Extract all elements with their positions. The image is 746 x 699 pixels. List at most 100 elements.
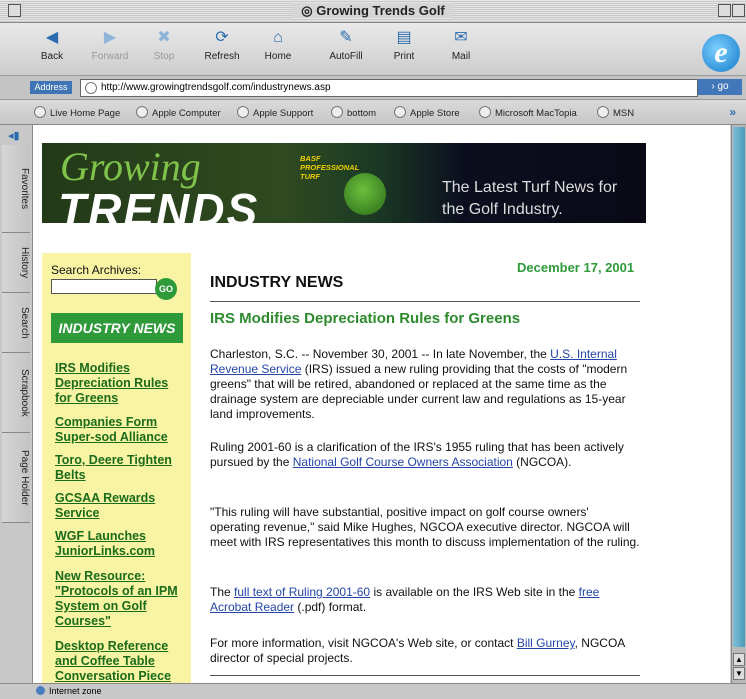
nav-link-desktop-reference[interactable]: Desktop Reference and Coffee Table Conve… — [55, 639, 185, 683]
page-icon: ◎ — [301, 3, 317, 18]
nav-link-wgf[interactable]: WGF Launches JuniorLinks.com — [55, 529, 185, 559]
link-live-home-page[interactable]: Live Home Page — [34, 106, 120, 119]
tab-page-holder[interactable]: Page Holder — [2, 433, 30, 523]
go-label: go — [717, 81, 729, 92]
link-bill-gurney[interactable]: Bill Gurney — [517, 636, 575, 650]
search-go-button[interactable]: GO — [155, 278, 177, 300]
collapse-box[interactable] — [732, 4, 745, 17]
divider — [210, 301, 640, 302]
forward-button[interactable]: ▶ Forward — [82, 29, 138, 62]
text: (.pdf) format. — [294, 600, 367, 614]
industry-news-badge[interactable]: INDUSTRY NEWS — [51, 313, 183, 343]
link-label: bottom — [347, 108, 377, 119]
link-msn[interactable]: MSN — [597, 106, 634, 119]
tab-search[interactable]: Search — [2, 293, 30, 353]
nav-link-irs[interactable]: IRS Modifies Depreciation Rules for Gree… — [55, 361, 185, 406]
links-bar: Live Home Page Apple Computer Apple Supp… — [0, 100, 746, 125]
nav-link-ipm-protocols[interactable]: New Resource: "Protocols of an IPM Syste… — [55, 569, 185, 629]
zoom-box[interactable] — [718, 4, 731, 17]
section-title: INDUSTRY NEWS — [210, 274, 344, 291]
vertical-scrollbar[interactable]: ▲ ▼ — [731, 125, 746, 683]
globe-icon — [36, 686, 45, 695]
zone-label: Internet zone — [49, 686, 102, 696]
article-paragraph-2: Ruling 2001-60 is a clarification of the… — [210, 440, 640, 470]
scroll-up-arrow-icon[interactable]: ▲ — [733, 653, 745, 666]
sponsor-globe-icon — [344, 173, 386, 215]
link-label: MSN — [613, 108, 635, 119]
article-headline: IRS Modifies Depreciation Rules for Gree… — [210, 310, 521, 327]
home-icon: ⌂ — [273, 29, 283, 46]
forward-label: Forward — [91, 51, 129, 62]
back-label: Back — [40, 51, 64, 62]
scroll-thumb[interactable] — [733, 127, 745, 647]
print-label: Print — [393, 51, 415, 62]
article-paragraph-1: Charleston, S.C. -- November 30, 2001 --… — [210, 347, 640, 422]
nav-link-toro-deere[interactable]: Toro, Deere Tighten Belts — [55, 453, 185, 483]
text: Charleston, S.C. -- November 30, 2001 --… — [210, 347, 551, 361]
go-button[interactable]: › go — [698, 79, 742, 95]
nav-link-gcsaa[interactable]: GCSAA Rewards Service — [55, 491, 185, 521]
explorer-toggle-icon[interactable]: ◂▮ — [8, 129, 20, 142]
article-paragraph-5: For more information, visit NGCOA's Web … — [210, 636, 640, 666]
banner-tagline: The Latest Turf News for the Golf Indust… — [442, 179, 618, 218]
print-button[interactable]: ▤ Print — [376, 29, 432, 62]
link-ruling-full-text[interactable]: full text of Ruling 2001-60 — [234, 585, 370, 599]
article-paragraph-3: "This ruling will have substantial, posi… — [210, 505, 640, 549]
autofill-button[interactable]: ✎ AutoFill — [318, 29, 374, 62]
search-archives-input[interactable] — [51, 279, 157, 294]
refresh-button[interactable]: ⟳ Refresh — [194, 29, 250, 62]
mail-button[interactable]: ✉ Mail — [433, 29, 489, 62]
link-ngcoa[interactable]: National Golf Course Owners Association — [293, 455, 513, 469]
explorer-bar-tabs: ◂▮ Favorites History Search Scrapbook Pa… — [0, 125, 33, 683]
home-label: Home — [264, 51, 292, 62]
nav-link-super-sod[interactable]: Companies Form Super-sod Alliance — [55, 415, 185, 445]
favorite-icon — [237, 106, 249, 118]
stop-label: Stop — [153, 51, 175, 62]
mail-icon: ✉ — [454, 29, 468, 46]
article-paragraph-4: The full text of Ruling 2001-60 is avail… — [210, 585, 640, 615]
link-apple-store[interactable]: Apple Store — [394, 106, 460, 119]
tab-history[interactable]: History — [2, 233, 30, 293]
favorite-icon — [479, 106, 491, 118]
stop-button[interactable]: ✖ Stop — [136, 29, 192, 62]
site-banner[interactable]: Growing TRENDS BASF PROFESSIONAL TURF Th… — [42, 143, 646, 223]
favorite-icon — [136, 106, 148, 118]
address-url: http://www.growingtrendsgolf.com/industr… — [101, 82, 331, 93]
link-apple-support[interactable]: Apple Support — [237, 106, 313, 119]
favorite-icon — [394, 106, 406, 118]
printer-icon: ▤ — [396, 29, 412, 46]
refresh-label: Refresh — [204, 51, 240, 62]
links-more-chevron-icon[interactable]: » — [729, 105, 736, 119]
toolbar: ◀ Back ▶ Forward ✖ Stop ⟳ Refresh ⌂ Home ✎ Aut… — [0, 23, 746, 76]
logo-trends: TRENDS — [58, 184, 260, 223]
page-icon — [85, 82, 97, 94]
forward-arrow-icon: ▶ — [103, 29, 117, 46]
back-button[interactable]: ◀ Back — [24, 29, 80, 62]
address-bar: Address http://www.growingtrendsgolf.com… — [0, 76, 746, 100]
address-label: Address — [30, 81, 72, 94]
link-label: Apple Support — [253, 108, 314, 119]
window-title: ◎ Growing Trends Golf — [0, 3, 746, 19]
tab-favorites[interactable]: Favorites — [2, 145, 30, 233]
stop-x-icon: ✖ — [157, 29, 171, 46]
favorite-icon — [34, 106, 46, 118]
title-bar: ◎ Growing Trends Golf — [0, 0, 746, 23]
left-navigation: Search Archives: GO INDUSTRY NEWS IRS Mo… — [42, 253, 191, 683]
ie-logo-icon[interactable]: e — [702, 34, 740, 72]
address-field[interactable]: http://www.growingtrendsgolf.com/industr… — [80, 79, 698, 97]
back-arrow-icon: ◀ — [45, 29, 59, 46]
link-microsoft-mactopia[interactable]: Microsoft MacTopia — [479, 106, 577, 119]
window-title-text: Growing Trends Golf — [316, 3, 445, 18]
favorite-icon — [331, 106, 343, 118]
link-label: Live Home Page — [50, 108, 121, 119]
autofill-icon: ✎ — [339, 29, 353, 46]
home-button[interactable]: ⌂ Home — [250, 29, 306, 62]
text: (NGCOA). — [512, 455, 572, 469]
link-label: Apple Store — [410, 108, 460, 119]
link-bottom[interactable]: bottom — [331, 106, 376, 119]
refresh-icon: ⟳ — [215, 29, 229, 46]
link-label: Apple Computer — [152, 108, 221, 119]
tab-scrapbook[interactable]: Scrapbook — [2, 353, 30, 433]
link-apple-computer[interactable]: Apple Computer — [136, 106, 221, 119]
scroll-down-arrow-icon[interactable]: ▼ — [733, 667, 745, 680]
